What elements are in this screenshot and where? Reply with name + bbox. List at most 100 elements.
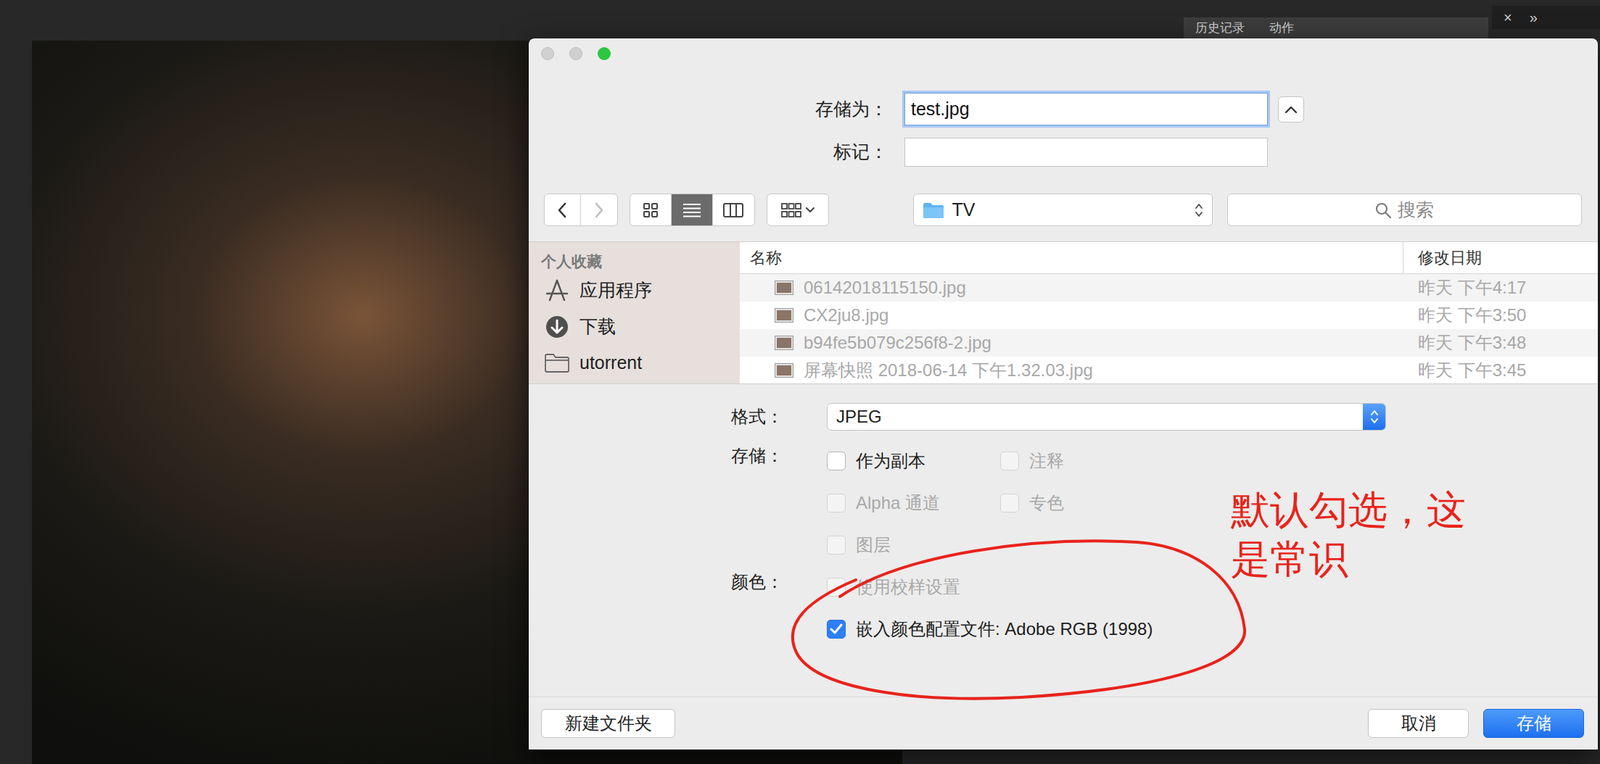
save-dialog: 存储为：标记：TV搜索个人收藏应用程序下载utorrent名称修改日期06142… bbox=[528, 38, 1598, 750]
sidebar-label: utorrent bbox=[579, 349, 642, 378]
options-area: 格式： JPEG 存储： 作为副本 注释 Alpha 通道 专色图层颜色： 使用校样设置嵌入颜… bbox=[528, 384, 1598, 698]
folder-icon bbox=[543, 353, 571, 374]
file-name-cell: 06142018115150.jpg bbox=[739, 274, 1404, 302]
file-date-cell: 昨天 下午4:17 bbox=[1403, 274, 1598, 302]
toolbar: TV 搜索 bbox=[528, 193, 1598, 227]
save-as-label: 存储为： bbox=[528, 95, 888, 124]
save-as-input[interactable] bbox=[910, 95, 1262, 124]
file-name-cell: 屏幕快照 2018-06-14 下午1.32.03.jpg bbox=[739, 356, 1404, 384]
tags-input[interactable] bbox=[910, 138, 1262, 167]
annotation-ellipse bbox=[774, 528, 1268, 717]
file-name: CX2ju8.jpg bbox=[803, 302, 889, 329]
checkbox-item[interactable]: 嵌入颜色配置文件: Adobe RGB (1998) bbox=[826, 608, 1598, 651]
icons-view-icon bbox=[642, 202, 659, 219]
image-file-icon bbox=[774, 280, 794, 296]
panel-controls: ×» bbox=[1491, 5, 1600, 30]
file-name-cell: CX2ju8.jpg bbox=[739, 301, 1404, 330]
downloads-icon bbox=[544, 314, 570, 340]
file-name: 06142018115150.jpg bbox=[803, 274, 967, 301]
dialog-button[interactable]: 取消 bbox=[1367, 709, 1469, 739]
search-field[interactable]: 搜索 bbox=[1227, 193, 1582, 227]
file-date: 昨天 下午4:17 bbox=[1417, 274, 1527, 301]
desktop: 历史记录动作×»存储为：标记：TV搜索个人收藏应用程序下载utorrent名称修… bbox=[0, 0, 1600, 764]
save-as-row: 存储为： bbox=[528, 92, 1598, 126]
checkbox-item: 使用校样设置 bbox=[826, 566, 1598, 609]
panel-control[interactable]: » bbox=[1529, 6, 1538, 29]
close-button bbox=[541, 47, 555, 61]
location-popup[interactable]: TV bbox=[913, 193, 1212, 227]
checkbox-label: Alpha 通道 bbox=[855, 490, 940, 517]
save-options-list: 作为副本 注释 Alpha 通道 专色图层 bbox=[826, 440, 1598, 567]
up-down-icon bbox=[1370, 409, 1379, 426]
tags-field[interactable] bbox=[904, 137, 1268, 167]
navigation-group bbox=[543, 193, 618, 227]
file-name: b94fe5b079c256f8-2.jpg bbox=[803, 330, 992, 357]
title-bar bbox=[528, 38, 1598, 69]
columns-view-button[interactable] bbox=[712, 194, 755, 226]
format-select[interactable]: JPEG bbox=[826, 403, 1387, 431]
checkbox-label: 作为副本 bbox=[855, 448, 926, 475]
file-browser: 个人收藏应用程序下载utorrent名称修改日期06142018115150.j… bbox=[528, 241, 1598, 385]
checkbox[interactable] bbox=[826, 620, 846, 639]
sidebar-item[interactable]: 应用程序 bbox=[528, 272, 740, 309]
arrange-button[interactable] bbox=[766, 193, 830, 227]
date-column-header[interactable]: 修改日期 bbox=[1403, 242, 1598, 274]
chevron-right-icon bbox=[594, 201, 605, 220]
magnifier-icon bbox=[1374, 201, 1392, 220]
button-bar: 新建文件夹 取消存储 bbox=[528, 697, 1598, 750]
grid-icon bbox=[781, 203, 802, 218]
sidebar-icon-slot bbox=[543, 314, 571, 340]
location-label: TV bbox=[951, 196, 1187, 225]
dialog-button[interactable]: 存储 bbox=[1483, 709, 1585, 739]
caret-down-icon bbox=[805, 207, 815, 214]
sidebar-icon-slot bbox=[543, 353, 571, 374]
file-name-cell: b94fe5b079c256f8-2.jpg bbox=[739, 329, 1404, 357]
sidebar-item[interactable]: utorrent bbox=[528, 345, 740, 382]
checkmark-icon bbox=[829, 623, 843, 636]
color-options-label: 颜色： bbox=[528, 566, 784, 651]
list-view-button[interactable] bbox=[671, 194, 713, 226]
format-label: 格式： bbox=[528, 403, 784, 431]
view-group bbox=[629, 193, 756, 227]
save-as-field[interactable] bbox=[904, 92, 1268, 126]
panel-tabs: 历史记录 动作 bbox=[1183, 17, 1489, 39]
icons-view-button[interactable] bbox=[630, 194, 672, 226]
panel-tab[interactable]: 历史记录 bbox=[1195, 18, 1245, 38]
chevron-up-icon bbox=[1284, 105, 1298, 114]
apps-icon bbox=[543, 278, 571, 304]
columns-view-icon bbox=[723, 202, 744, 219]
checkbox-item[interactable]: 作为副本 bbox=[826, 440, 1001, 483]
color-options-list: 使用校样设置嵌入颜色配置文件: Adobe RGB (1998) bbox=[826, 566, 1598, 651]
checkbox-item: 注释 bbox=[1000, 440, 1598, 483]
back-button[interactable] bbox=[544, 194, 581, 226]
file-list: 名称修改日期06142018115150.jpg昨天 下午4:17CX2ju8.… bbox=[739, 242, 1598, 384]
sidebar-item[interactable]: 下载 bbox=[528, 308, 740, 346]
file-date-cell: 昨天 下午3:50 bbox=[1403, 301, 1598, 330]
checkbox bbox=[826, 535, 846, 555]
expand-button[interactable] bbox=[1277, 96, 1305, 123]
checkbox bbox=[826, 493, 846, 513]
file-date: 昨天 下午3:45 bbox=[1417, 357, 1527, 384]
checkbox-label: 注释 bbox=[1029, 448, 1065, 475]
file-row: 06142018115150.jpg 昨天 下午4:17 bbox=[739, 274, 1598, 302]
format-row: 格式： JPEG bbox=[528, 403, 1598, 431]
name-column-header[interactable]: 名称 bbox=[739, 242, 1404, 274]
panel-tab[interactable]: 动作 bbox=[1269, 18, 1294, 38]
zoom-button[interactable] bbox=[597, 47, 611, 61]
file-row: b94fe5b079c256f8-2.jpg昨天 下午3:48 bbox=[739, 329, 1598, 357]
file-row: CX2ju8.jpg 昨天 下午3:50 bbox=[739, 301, 1598, 330]
format-value: JPEG bbox=[836, 403, 882, 431]
checkbox[interactable] bbox=[826, 451, 846, 471]
up-down-icon bbox=[1194, 202, 1204, 219]
folder-icon bbox=[922, 201, 945, 220]
dialog-button[interactable]: 新建文件夹 bbox=[541, 709, 676, 739]
checkbox-label: 专色 bbox=[1029, 490, 1065, 517]
checkbox-label: 图层 bbox=[855, 532, 891, 559]
tags-row: 标记： bbox=[528, 137, 1598, 167]
checkbox bbox=[1000, 493, 1020, 513]
save-options-label: 存储： bbox=[528, 440, 784, 567]
list-body: 06142018115150.jpg 昨天 下午4:17 CX2ju8.jpg 昨天 … bbox=[739, 274, 1598, 384]
panel-control[interactable]: × bbox=[1503, 6, 1513, 29]
checkbox bbox=[1000, 451, 1020, 471]
sidebar-label: 应用程序 bbox=[579, 277, 653, 305]
